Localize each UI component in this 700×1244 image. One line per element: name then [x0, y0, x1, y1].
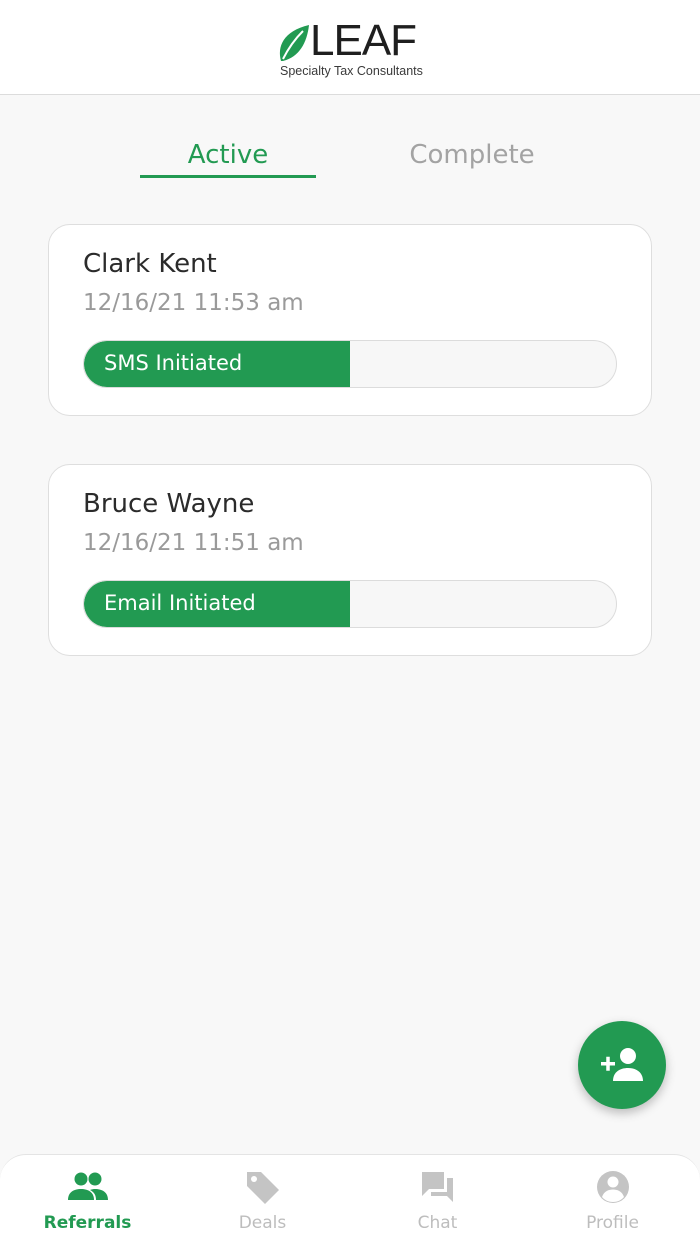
tab-active[interactable]: Active — [140, 138, 316, 178]
add-person-icon — [601, 1048, 643, 1081]
leaf-logo: LEAF Specialty Tax Consultants — [277, 16, 437, 82]
account-circle-icon — [597, 1171, 629, 1203]
nav-item-referrals[interactable]: Referrals — [0, 1155, 175, 1244]
nav-item-chat[interactable]: Chat — [350, 1155, 525, 1244]
app-root: LEAF Specialty Tax Consultants Active Co… — [0, 0, 700, 1244]
people-icon — [68, 1172, 108, 1200]
add-referral-button[interactable] — [578, 1021, 666, 1109]
status-label: Email Initiated — [104, 591, 256, 615]
referral-date: 12/16/21 11:51 am — [83, 530, 304, 556]
status-label: SMS Initiated — [104, 351, 243, 375]
nav-item-profile[interactable]: Profile — [525, 1155, 700, 1244]
nav-label-referrals: Referrals — [43, 1213, 132, 1233]
app-header: LEAF Specialty Tax Consultants — [0, 0, 700, 95]
tab-complete[interactable]: Complete — [384, 138, 560, 178]
logo-wordmark: LEAF — [310, 16, 417, 65]
bottom-navigation: Referrals Deals Chat Profile — [0, 1154, 700, 1244]
nav-label-deals: Deals — [238, 1213, 287, 1233]
referral-card[interactable]: Clark Kent 12/16/21 11:53 am SMS Initiat… — [48, 224, 652, 416]
referral-name: Bruce Wayne — [83, 489, 255, 519]
status-progress-bar: Email Initiated — [83, 580, 617, 628]
referral-card[interactable]: Bruce Wayne 12/16/21 11:51 am Email Init… — [48, 464, 652, 656]
nav-label-chat: Chat — [417, 1213, 458, 1233]
chat-icon — [422, 1172, 453, 1202]
nav-item-deals[interactable]: Deals — [175, 1155, 350, 1244]
referral-date: 12/16/21 11:53 am — [83, 290, 304, 316]
status-progress-bar: SMS Initiated — [83, 340, 617, 388]
logo-tagline: Specialty Tax Consultants — [280, 64, 423, 78]
leaf-icon — [279, 25, 309, 61]
referral-name: Clark Kent — [83, 249, 217, 279]
nav-label-profile: Profile — [586, 1213, 639, 1233]
tag-icon — [247, 1172, 279, 1204]
